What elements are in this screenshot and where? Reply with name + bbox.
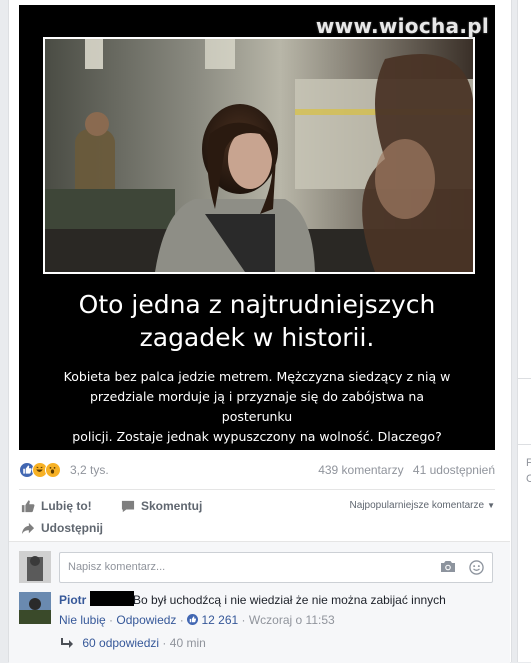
divider xyxy=(19,489,495,490)
description-line: przedziale morduje ją i przyznaje się do… xyxy=(89,389,425,424)
comment-label: Skomentuj xyxy=(141,499,203,513)
redacted-surname xyxy=(90,591,134,606)
replies-time: 40 min xyxy=(169,636,206,650)
avatar[interactable] xyxy=(19,551,51,583)
comment-text: Bo był uchodźcą i nie wiedział że nie mo… xyxy=(133,593,446,607)
separator-dot: · xyxy=(241,613,249,627)
share-button[interactable]: Udostępnij xyxy=(21,521,103,535)
comment-likes-count: 12 261 xyxy=(201,613,239,627)
subway-scene-illustration xyxy=(45,39,473,272)
meme-description: Kobieta bez palca jedzie metrem. Mężczyz… xyxy=(59,367,455,447)
reply-arrow-icon xyxy=(61,638,73,648)
sidebar-divider xyxy=(518,378,531,379)
headline-line: zagadek w historii. xyxy=(139,323,375,352)
shares-count[interactable]: 41 udostępnień xyxy=(413,463,495,477)
comment-meta: Nie lubię · Odpowiedz · 12 261 · Wczoraj… xyxy=(59,613,335,627)
replies-count-link[interactable]: 60 odpowiedzi xyxy=(82,636,159,650)
share-arrow-icon xyxy=(21,522,35,534)
wow-reaction-icon xyxy=(45,462,61,478)
sidebar-text-fragment: F xyxy=(526,457,531,469)
subway-photo xyxy=(43,37,475,274)
post-image[interactable]: www.wiocha.pl Oto jedna z najtrudniejszy… xyxy=(19,5,495,450)
sidebar-text-fragment: C xyxy=(526,473,531,485)
comment-input[interactable] xyxy=(66,560,430,574)
comments-count[interactable]: 439 komentarzy xyxy=(318,463,403,477)
separator-dot: · xyxy=(162,636,170,650)
description-line: Kobieta bez palca jedzie metrem. Mężczyz… xyxy=(63,369,451,384)
replies-toggle[interactable]: 60 odpowiedzi · 40 min xyxy=(61,636,206,650)
meme-headline: Oto jedna z najtrudniejszych zagadek w h… xyxy=(19,288,495,354)
right-sidebar: F C xyxy=(517,0,531,662)
comment-button[interactable]: Skomentuj xyxy=(121,499,202,513)
thumbs-up-icon xyxy=(21,500,35,513)
caret-down-icon: ▼ xyxy=(487,501,495,510)
like-reaction-icon xyxy=(187,614,199,625)
watermark-logo: www.wiocha.pl xyxy=(315,14,489,38)
commenter-avatar[interactable] xyxy=(19,592,51,624)
comment-input-box[interactable] xyxy=(59,552,493,583)
comment-icon xyxy=(121,500,135,512)
smiley-icon[interactable] xyxy=(469,560,484,575)
share-label: Udostępnij xyxy=(41,521,103,535)
unlike-link[interactable]: Nie lubię xyxy=(59,613,106,627)
reply-link[interactable]: Odpowiedz xyxy=(116,613,176,627)
like-button[interactable]: Lubię to! xyxy=(21,499,92,513)
stats-right: 439 komentarzy 41 udostępnień xyxy=(318,463,495,477)
comment-sort-dropdown[interactable]: Najpopularniejsze komentarze ▼ xyxy=(350,500,495,511)
like-label: Lubię to! xyxy=(41,499,92,513)
camera-icon[interactable] xyxy=(440,560,456,573)
reactions-count[interactable]: 3,2 tys. xyxy=(70,463,109,477)
headline-line: Oto jedna z najtrudniejszych xyxy=(78,290,436,319)
sort-label: Najpopularniejsze komentarze xyxy=(349,500,485,511)
reactions-summary[interactable] xyxy=(19,462,71,480)
comment-author[interactable]: Piotr xyxy=(59,593,86,607)
post-stats: 3,2 tys. 439 komentarzy 41 udostępnień xyxy=(19,460,495,480)
comment-likes[interactable]: 12 261 xyxy=(187,613,238,627)
comment-time[interactable]: Wczoraj o 11:53 xyxy=(249,613,335,627)
sidebar-divider xyxy=(518,444,531,445)
description-line: policji. Zostaje jednak wypuszczony na w… xyxy=(72,429,442,444)
